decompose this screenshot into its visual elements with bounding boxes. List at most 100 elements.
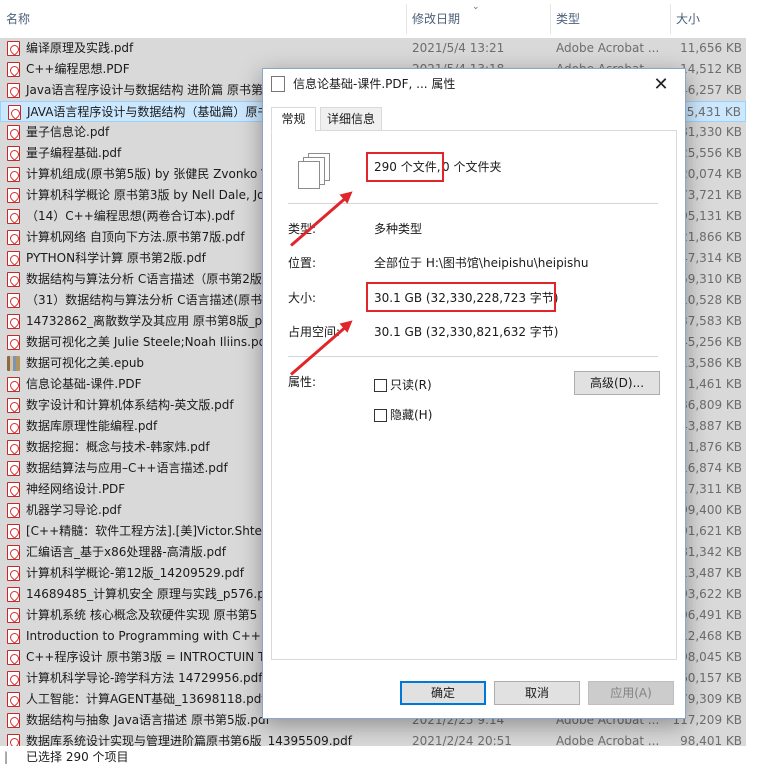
- pdf-icon: [7, 713, 20, 728]
- pdf-icon: [7, 545, 20, 560]
- file-size: 13,487 KB: [680, 566, 742, 580]
- vertical-scrollbar[interactable]: [746, 38, 770, 746]
- pdf-icon: [7, 251, 20, 266]
- location-label: 位置:: [288, 256, 317, 270]
- dialog-title: 信息论基础-课件.PDF, ... 属性: [293, 77, 456, 91]
- file-size: 95,131 KB: [680, 209, 742, 223]
- apply-button[interactable]: 应用(A): [588, 681, 674, 705]
- column-name[interactable]: 名称: [0, 0, 406, 38]
- file-name: 量子编程基础.pdf: [26, 146, 122, 160]
- ok-button[interactable]: 确定: [400, 681, 486, 705]
- file-name: 数据可视化之美.epub: [26, 356, 145, 370]
- file-size: 47,314 KB: [680, 251, 742, 265]
- pdf-icon: [7, 230, 20, 245]
- column-size[interactable]: 大小: [670, 0, 746, 38]
- file-name: 计算机科学概论-第12版_14209529.pdf: [26, 566, 244, 580]
- file-name: 数据挖掘：概念与技术-韩家炜.pdf: [26, 440, 210, 454]
- file-name: C++程序设计 原书第3版 = INTROCTUIN TO: [26, 650, 275, 664]
- file-size: 81,342 KB: [680, 545, 742, 559]
- pdf-icon: [7, 125, 20, 140]
- file-size: 79,309 KB: [680, 692, 742, 706]
- files-icon: [298, 153, 332, 189]
- close-icon[interactable]: ✕: [641, 69, 681, 100]
- pdf-icon: [7, 146, 20, 161]
- sort-down-icon: ⌄: [472, 2, 480, 12]
- file-size: 16,874 KB: [680, 461, 742, 475]
- tab-general[interactable]: 常规: [271, 107, 316, 132]
- size-label: 大小:: [288, 291, 317, 305]
- file-name: 机器学习导论.pdf: [26, 503, 122, 517]
- pdf-icon: [7, 692, 20, 707]
- pdf-icon: [7, 272, 20, 287]
- file-size: 1,461 KB: [687, 377, 742, 391]
- file-size: 21,866 KB: [680, 230, 742, 244]
- status-divider: |: [4, 750, 9, 764]
- pdf-icon: [7, 41, 20, 56]
- file-name: 编译原理及实践.pdf: [26, 41, 134, 55]
- file-count-highlight: [366, 152, 444, 182]
- file-size: 91,621 KB: [680, 524, 742, 538]
- file-size: 20,074 KB: [680, 167, 742, 181]
- hidden-label: 隐藏(H): [390, 408, 433, 422]
- pdf-icon: [7, 440, 20, 455]
- file-name: 计算机系统 核心概念及软硬件实现 原书第5: [26, 608, 258, 622]
- dialog-titlebar[interactable]: 信息论基础-课件.PDF, ... 属性 ✕: [263, 69, 685, 100]
- readonly-label: 只读(R): [390, 378, 432, 392]
- pdf-icon: [7, 167, 20, 182]
- file-size: 99,400 KB: [680, 503, 742, 517]
- tab-details[interactable]: 详细信息: [320, 107, 382, 131]
- file-size: 36,809 KB: [680, 398, 742, 412]
- attributes-label: 属性:: [288, 375, 317, 389]
- file-type: Adobe Acrobat ...: [556, 41, 660, 55]
- pdf-icon: [7, 482, 20, 497]
- file-name: 计算机科学导论-跨学科方法 14729956.pdf: [26, 671, 263, 685]
- pdf-icon: [7, 566, 20, 581]
- pdf-icon: [7, 335, 20, 350]
- file-name: Java语言程序设计与数据结构 进阶篇 原书第: [26, 83, 263, 97]
- pdf-icon: [7, 188, 20, 203]
- column-type[interactable]: 类型: [550, 0, 670, 38]
- pdf-icon: [7, 650, 20, 665]
- file-name: 计算机网络 自顶向下方法.原书第7版.pdf: [26, 230, 245, 244]
- file-name: 神经网络设计.PDF: [26, 482, 126, 496]
- file-size: 46,257 KB: [680, 83, 742, 97]
- pdf-icon: [7, 524, 20, 539]
- status-bar: | 已选择 290 个项目: [0, 746, 770, 770]
- pdf-icon: [7, 503, 20, 518]
- tab-bar: 常规 详细信息: [271, 107, 677, 132]
- pdf-icon: [7, 209, 20, 224]
- file-name: Introduction to Programming with C++.p: [26, 629, 273, 643]
- hidden-checkbox[interactable]: [374, 409, 387, 422]
- file-name: 汇编语言_基于x86处理器-高清版.pdf: [26, 545, 226, 559]
- epub-icon: [7, 356, 20, 371]
- folder-count: 0 个文件夹: [442, 160, 502, 174]
- selection-count: 已选择 290 个项目: [26, 750, 129, 764]
- file-row[interactable]: 编译原理及实践.pdf 2021/5/4 13:21 Adobe Acrobat .…: [0, 38, 746, 59]
- pdf-icon: [7, 629, 20, 644]
- file-size: 12,468 KB: [680, 629, 742, 643]
- divider: [288, 203, 658, 204]
- file-size: 17,311 KB: [680, 482, 742, 496]
- readonly-checkbox[interactable]: [374, 379, 387, 392]
- file-size: 35,431 KB: [679, 105, 741, 119]
- file-size: 1,876 KB: [687, 440, 742, 454]
- file-name: 数字设计和计算机体系结构-英文版.pdf: [26, 398, 234, 412]
- file-name: 数据结构与算法分析 C语言描述（原书第2版: [26, 272, 262, 286]
- file-size: 96,491 KB: [680, 608, 742, 622]
- file-name: JAVA语言程序设计与数据结构（基础篇）原书: [27, 105, 270, 119]
- file-name: [C++精髓：软件工程方法].[美]Victor.Shterr: [26, 524, 272, 538]
- file-size: 81,330 KB: [680, 125, 742, 139]
- file-size: 11,656 KB: [680, 41, 742, 55]
- file-name: 数据结构与抽象 Java语言描述 原书第5版.pdf: [26, 713, 270, 727]
- cancel-button[interactable]: 取消: [494, 681, 580, 705]
- advanced-button[interactable]: 高级(D)...: [574, 371, 660, 395]
- file-size: 14,512 KB: [680, 62, 742, 76]
- divider: [288, 356, 658, 357]
- disk-size-value: 30.1 GB (32,330,821,632 字节): [374, 325, 559, 339]
- pdf-icon: [7, 62, 20, 77]
- file-size: 37,583 KB: [680, 314, 742, 328]
- file-name: 计算机组成(原书第5版) by 张健民 Zvonko V: [26, 167, 270, 181]
- pdf-icon: [7, 293, 20, 308]
- file-name: 数据库原理性能编程.pdf: [26, 419, 158, 433]
- file-size: 98,045 KB: [680, 650, 742, 664]
